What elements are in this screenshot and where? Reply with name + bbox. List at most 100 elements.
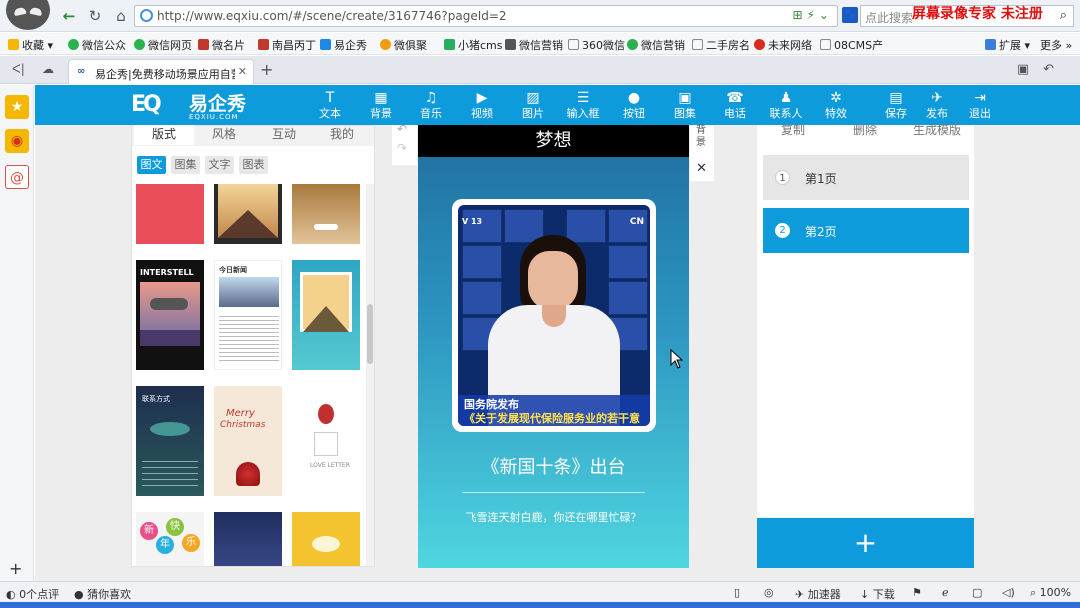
tool-video-button[interactable]: ▶ 视频: [458, 89, 506, 121]
bookmark-item[interactable]: 易企秀: [320, 37, 367, 53]
bookmark-item[interactable]: 微俱聚: [380, 37, 427, 53]
refresh-icon[interactable]: ↻: [84, 6, 106, 26]
search-icon[interactable]: ⌕: [1060, 8, 1067, 23]
bookmark-item[interactable]: 08CMS产: [820, 37, 883, 53]
page-item-1[interactable]: 1 第1页: [763, 155, 969, 200]
tool-music-button[interactable]: ♫ 音乐: [407, 89, 455, 121]
sidebar-toggle-icon[interactable]: ᐸ|: [12, 62, 25, 76]
scene-title[interactable]: 《新国十条》出台: [418, 453, 689, 479]
accelerator-button[interactable]: ✈ 加速器: [795, 586, 841, 602]
flag-icon[interactable]: ⚑: [912, 586, 922, 599]
template-thumbnail[interactable]: [214, 184, 282, 244]
bookmark-item[interactable]: 360微信: [568, 37, 625, 53]
mobile-icon[interactable]: ▯: [734, 586, 740, 599]
undo-icon[interactable]: ↶: [397, 122, 407, 136]
tool-effects-button[interactable]: ✲ 特效: [812, 89, 860, 121]
news-anchor-image[interactable]: V 13 CN 国务院发布 《关于发展现代保险服务业的若干意: [458, 205, 650, 426]
exit-button[interactable]: ⇥ 退出: [956, 89, 1004, 121]
bookmark-item[interactable]: 未来网络: [754, 37, 812, 53]
add-sidebar-icon[interactable]: +: [9, 559, 22, 578]
mail-icon[interactable]: @: [5, 165, 29, 189]
close-icon[interactable]: ✕: [696, 161, 707, 176]
scrollbar-thumb[interactable]: [367, 304, 373, 364]
bookmark-item[interactable]: 微信网页: [134, 37, 192, 53]
browser-logo-icon[interactable]: [6, 0, 50, 30]
add-page-button[interactable]: +: [757, 518, 974, 568]
redo-icon[interactable]: ↷: [397, 141, 407, 155]
scene-subtitle[interactable]: 飞雪连天射白鹿，你还在哪里忙碌？: [418, 509, 689, 525]
guess-you-like[interactable]: ● 猜你喜欢: [74, 586, 131, 602]
tab-style[interactable]: 风格: [194, 125, 254, 142]
copy-page-button[interactable]: 复制: [781, 121, 805, 138]
scene-canvas[interactable]: 梦想 V 13 CN 国务院发布 《关于发展现代保险服务业的若干意 《新国十条》…: [418, 125, 689, 568]
bookmark-item[interactable]: 收藏 ▾: [8, 37, 53, 53]
delete-page-button[interactable]: 删除: [853, 121, 877, 138]
bookmark-item[interactable]: 微信公众: [68, 37, 126, 53]
template-thumbnail[interactable]: Merry Christmas: [214, 386, 282, 496]
create-template-button[interactable]: 生成模版: [913, 121, 961, 138]
tool-image-button[interactable]: ▨ 图片: [509, 89, 557, 121]
search-engine-icon[interactable]: 🐾: [842, 7, 858, 23]
sub-tab-chart[interactable]: 图表: [239, 156, 268, 174]
url-text[interactable]: http://www.eqxiu.com/#/scene/create/3167…: [157, 9, 507, 23]
tool-contact-button[interactable]: ♟ 联系人: [762, 89, 810, 121]
template-thumbnail[interactable]: 联系方式: [136, 386, 204, 496]
bookmark-item[interactable]: 微名片: [198, 37, 245, 53]
background-tool-label[interactable]: 背景: [696, 125, 708, 149]
tool-phone-button[interactable]: ☎ 电话: [711, 89, 759, 121]
new-tab-icon[interactable]: +: [260, 60, 273, 79]
back-button[interactable]: ←: [58, 6, 80, 26]
bookmark-item[interactable]: 微信营销: [627, 37, 685, 53]
bookmark-item[interactable]: 小猪cms: [444, 37, 503, 53]
brand-domain: EQXIU.COM: [189, 113, 239, 121]
publish-button[interactable]: ✈ 发布: [913, 89, 961, 121]
ie-mode-icon[interactable]: ℯ: [942, 586, 949, 599]
speed-mode-icon[interactable]: ⊞⚡⌄: [792, 8, 833, 22]
sub-tab-image-text[interactable]: 图文: [137, 156, 166, 174]
template-thumbnail[interactable]: [214, 512, 282, 566]
template-thumbnail[interactable]: INTERSTELL: [136, 260, 204, 370]
zoom-level[interactable]: ⌕ 100%: [1030, 586, 1071, 600]
sub-tab-gallery[interactable]: 图集: [171, 156, 200, 174]
tool-button-button[interactable]: ● 按钮: [610, 89, 658, 121]
bookmark-item[interactable]: 微信营销: [505, 37, 563, 53]
address-bar[interactable]: http://www.eqxiu.com/#/scene/create/3167…: [134, 5, 838, 27]
bookmark-item[interactable]: 二手房名: [692, 37, 750, 53]
tab-interactive[interactable]: 互动: [254, 125, 314, 142]
home-icon[interactable]: ⌂: [110, 6, 132, 26]
template-thumbnail[interactable]: [292, 184, 360, 244]
template-scrollbar[interactable]: [366, 184, 374, 566]
tool-background-button[interactable]: ▦ 背景: [357, 89, 405, 121]
canvas-side-tools: 背景 ✕: [690, 125, 714, 181]
tool-gallery-button[interactable]: ▣ 图集: [661, 89, 709, 121]
template-thumbnail[interactable]: LOVE LETTER: [292, 386, 360, 496]
photo-frame[interactable]: V 13 CN 国务院发布 《关于发展现代保险服务业的若干意: [452, 199, 656, 432]
extensions-button[interactable]: 扩展 ▾: [985, 37, 1030, 53]
template-thumbnail[interactable]: [292, 512, 360, 566]
speed-icon[interactable]: ◎: [764, 586, 774, 599]
tab-mine[interactable]: 我的: [312, 125, 372, 142]
restore-tabs-icon[interactable]: ▣↶: [1017, 62, 1068, 77]
cloud-icon[interactable]: ☁: [42, 62, 54, 76]
volume-icon[interactable]: ◁): [1002, 586, 1015, 599]
weibo-icon[interactable]: ◉: [5, 129, 29, 153]
tool-input-button[interactable]: ☰ 输入框: [559, 89, 607, 121]
tool-text-button[interactable]: T 文本: [306, 89, 354, 121]
ticker-line-2: 《关于发展现代保险服务业的若干意: [464, 412, 640, 425]
bookmark-item[interactable]: 南昌丙丁: [258, 37, 316, 53]
more-bookmarks-button[interactable]: 更多 »: [1040, 37, 1072, 53]
window-icon[interactable]: ▢: [972, 586, 982, 599]
template-thumbnail[interactable]: [292, 260, 360, 370]
scene-header[interactable]: 梦想: [418, 125, 689, 157]
tab-active[interactable]: ∞ 易企秀|免费移动场景应用自营销管家 ✕: [68, 59, 254, 84]
close-tab-icon[interactable]: ✕: [238, 65, 247, 78]
tab-layout[interactable]: 版式: [134, 125, 194, 145]
star-icon[interactable]: ★: [5, 95, 29, 119]
template-thumbnail[interactable]: 今日新闻: [214, 260, 282, 370]
template-thumbnail[interactable]: 新 年 快 乐: [136, 512, 204, 566]
sub-tab-text[interactable]: 文字: [205, 156, 234, 174]
template-thumbnail[interactable]: [136, 184, 204, 244]
page-item-2[interactable]: 2 第2页: [763, 208, 969, 253]
download-button[interactable]: ↓ 下载: [860, 586, 895, 602]
comments-status[interactable]: ◐ 0个点评: [6, 586, 59, 602]
